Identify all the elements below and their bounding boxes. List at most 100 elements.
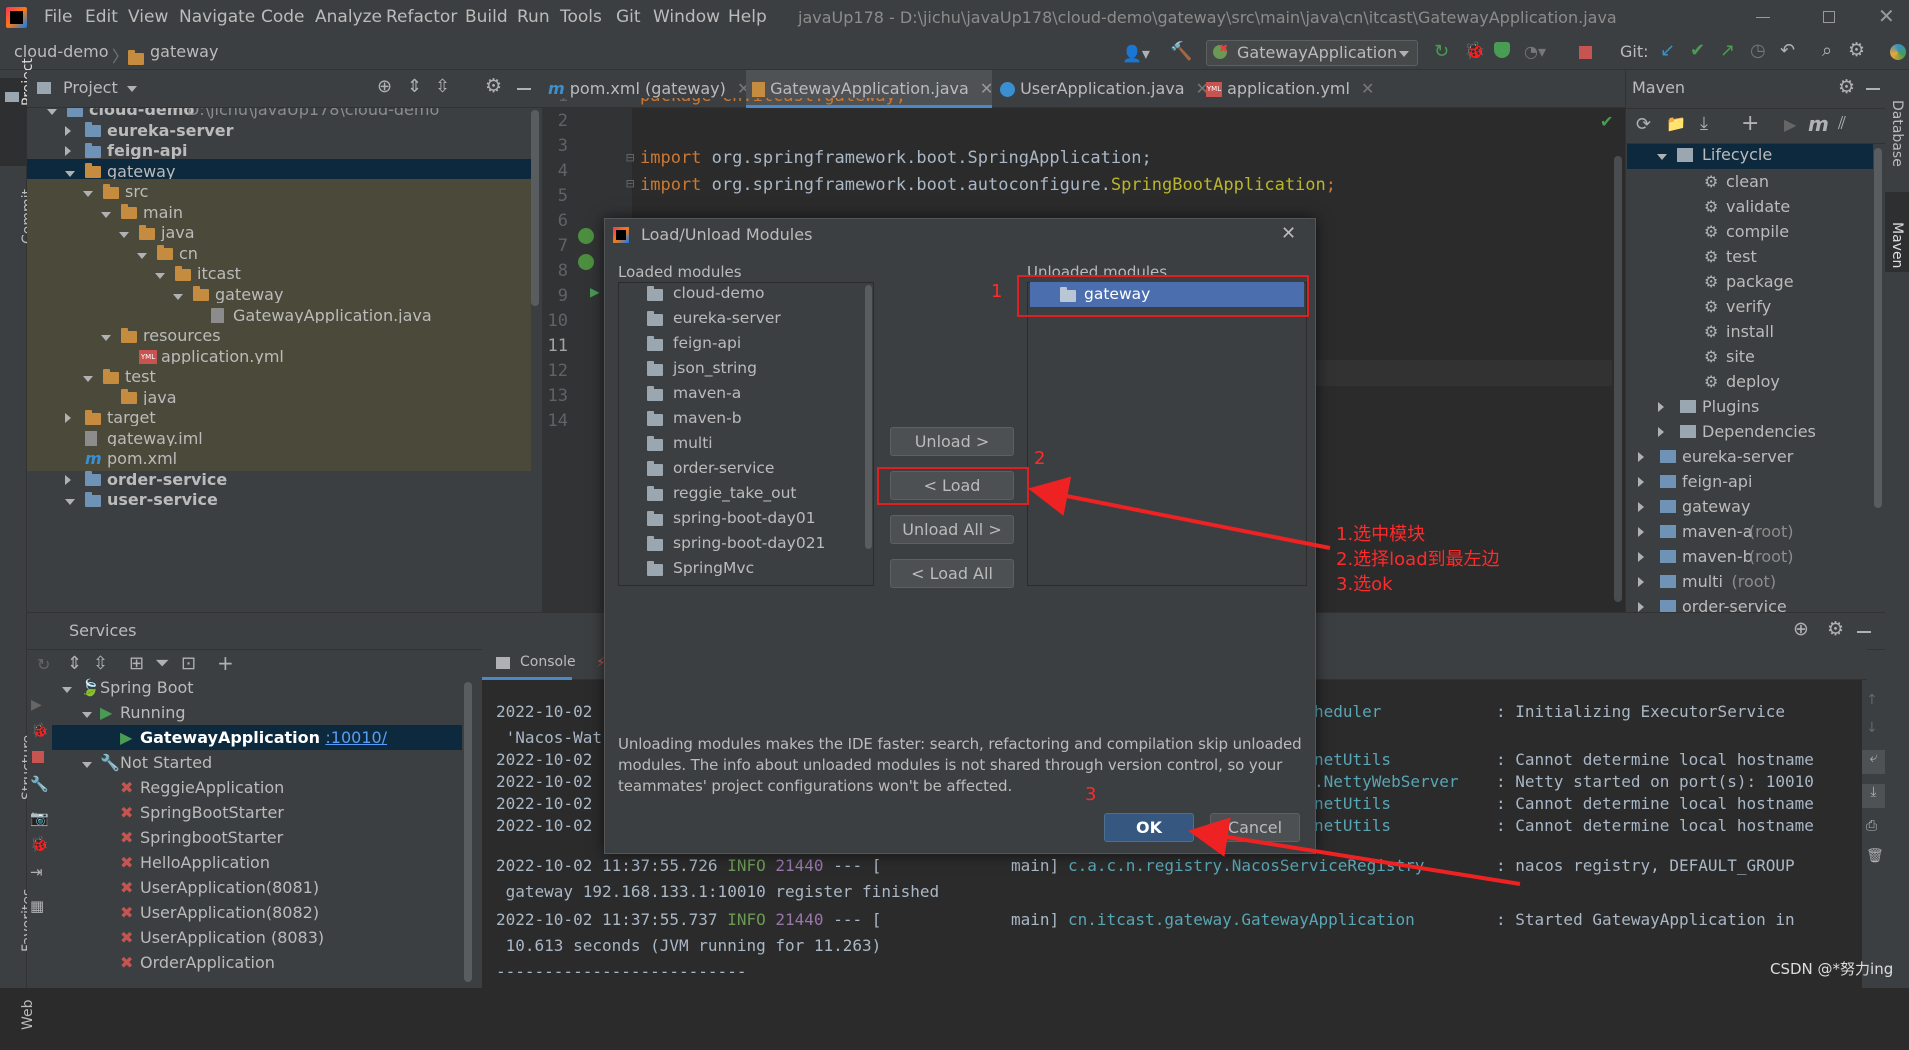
camera-icon[interactable]: 📷 bbox=[30, 809, 49, 827]
service-item[interactable]: 🍃 Spring Boot bbox=[52, 675, 462, 700]
locate-target-icon[interactable]: ⊕ bbox=[377, 76, 392, 97]
debug-icon[interactable]: 🐞 bbox=[31, 723, 48, 739]
load-all-button[interactable]: < Load All bbox=[890, 559, 1014, 588]
service-port-link[interactable]: :10010/ bbox=[325, 725, 387, 750]
menu-tools[interactable]: Tools bbox=[560, 7, 602, 27]
git-history-icon[interactable]: ◷ bbox=[1750, 40, 1766, 61]
service-item[interactable]: ✖ HelloApplication bbox=[52, 850, 462, 875]
spring-bean-gutter-icon[interactable] bbox=[578, 254, 594, 270]
settings-gear-icon[interactable]: ⚙ bbox=[1848, 39, 1865, 61]
run-icon[interactable]: ▶ bbox=[31, 697, 42, 713]
service-item[interactable]: ✖ OrderApplication bbox=[52, 950, 462, 975]
project-tool-tab[interactable]: Project bbox=[0, 58, 36, 166]
loaded-module-item[interactable]: cloud-demo bbox=[619, 283, 863, 306]
menu-view[interactable]: View bbox=[128, 7, 168, 27]
menu-file[interactable]: File bbox=[44, 7, 72, 27]
unloaded-modules-list[interactable]: gateway bbox=[1027, 282, 1307, 586]
chevron-right-icon[interactable] bbox=[1638, 569, 1644, 594]
git-push-icon[interactable]: ↗ bbox=[1720, 40, 1735, 61]
loaded-modules-list[interactable]: cloud-demo eureka-server feign-api json_str… bbox=[618, 282, 874, 586]
expand-all-icon[interactable]: ⇕ bbox=[407, 76, 422, 97]
service-item[interactable]: ✖ SpringbootStarter bbox=[52, 825, 462, 850]
commit-tool-tab[interactable]: Commit bbox=[0, 174, 36, 256]
chevron-right-icon[interactable] bbox=[1658, 419, 1664, 444]
services-settings-gear-icon[interactable]: ⚙ bbox=[1827, 618, 1844, 640]
loaded-list-scrollbar[interactable] bbox=[865, 285, 872, 549]
minimize-icon[interactable] bbox=[1756, 17, 1770, 18]
hide-panel-icon[interactable] bbox=[517, 88, 531, 90]
run-gutter-icon[interactable]: ▶ bbox=[590, 282, 600, 301]
service-item[interactable]: ✖ ReggieApplication bbox=[52, 775, 462, 800]
group-by-icon[interactable]: ⊞ bbox=[129, 653, 144, 674]
cancel-button[interactable]: Cancel bbox=[1210, 813, 1300, 842]
git-commit-icon[interactable]: ✔ bbox=[1690, 40, 1705, 61]
project-panel-title[interactable]: Project bbox=[63, 78, 118, 97]
restore-icon[interactable] bbox=[1823, 11, 1835, 23]
toggle-offline-icon[interactable]: ⫽ bbox=[1838, 113, 1846, 134]
maven-settings-gear-icon[interactable]: ⚙ bbox=[1838, 76, 1855, 98]
scroll-to-end-icon[interactable]: ⤓ bbox=[1862, 784, 1885, 808]
menu-analyze[interactable]: Analyze bbox=[315, 7, 382, 27]
git-rollback-icon[interactable]: ↶ bbox=[1780, 40, 1795, 61]
editor-scrollbar[interactable] bbox=[1614, 156, 1622, 602]
close-window-icon[interactable]: ✕ bbox=[1878, 4, 1895, 28]
unload-all-button[interactable]: Unload All > bbox=[890, 515, 1014, 544]
login-icon[interactable]: ⇥ bbox=[30, 863, 43, 881]
debug-icon[interactable]: 🐞 bbox=[1464, 41, 1485, 61]
rerun-icon[interactable]: ↻ bbox=[37, 655, 50, 674]
loaded-module-item[interactable]: multi bbox=[619, 431, 863, 456]
maven-scrollbar[interactable] bbox=[1874, 148, 1882, 508]
run-icon[interactable]: ▶ bbox=[1784, 115, 1796, 134]
maven-lifecycle-row[interactable]: Lifecycle bbox=[1627, 144, 1873, 169]
chevron-right-icon[interactable] bbox=[1638, 494, 1644, 519]
service-item[interactable]: ✖ SpringBootStarter bbox=[52, 800, 462, 825]
plugin-logo-icon[interactable] bbox=[1890, 44, 1906, 60]
hide-panel-icon[interactable] bbox=[1866, 88, 1880, 90]
menu-navigate[interactable]: Navigate bbox=[179, 7, 255, 27]
chevron-down-icon[interactable] bbox=[65, 487, 75, 512]
services-scrollbar[interactable] bbox=[464, 682, 472, 982]
loaded-module-item[interactable]: maven-b bbox=[619, 406, 863, 431]
profiler-icon[interactable]: ◔▾ bbox=[1524, 42, 1546, 61]
service-item[interactable]: ✖ UserApplication (8083) bbox=[52, 925, 462, 950]
build-hammer-icon[interactable]: 🔨 bbox=[1170, 41, 1192, 62]
unload-button[interactable]: Unload > bbox=[890, 427, 1014, 456]
menu-edit[interactable]: Edit bbox=[85, 7, 118, 27]
chevron-right-icon[interactable] bbox=[1638, 519, 1644, 544]
chevron-down-icon[interactable] bbox=[127, 86, 137, 92]
web-tool-tab[interactable]: Web bbox=[0, 970, 36, 1050]
add-folder-icon[interactable]: 📁 bbox=[1666, 114, 1686, 133]
loaded-module-item[interactable]: spring-boot-day01 bbox=[619, 506, 863, 531]
collapse-all-icon[interactable]: ⇳ bbox=[435, 76, 450, 97]
close-dialog-icon[interactable]: ✕ bbox=[1281, 223, 1296, 244]
run-configuration-select[interactable]: ✖ GatewayApplication bbox=[1206, 40, 1418, 66]
breadcrumb-module[interactable]: gateway bbox=[150, 42, 218, 61]
filter-icon[interactable]: ⏷ bbox=[155, 653, 169, 674]
download-icon[interactable]: ⤓ bbox=[1700, 113, 1708, 134]
spring-bean-gutter-icon[interactable] bbox=[578, 228, 594, 244]
loaded-module-item[interactable]: order-service bbox=[619, 456, 863, 481]
chevron-down-icon[interactable] bbox=[62, 675, 72, 700]
chevron-down-icon[interactable] bbox=[82, 700, 92, 725]
loaded-module-item[interactable]: SpringMvc bbox=[619, 556, 863, 581]
structure-tool-tab[interactable]: Structure bbox=[0, 710, 36, 810]
chevron-right-icon[interactable] bbox=[1658, 394, 1664, 419]
chevron-right-icon[interactable] bbox=[1638, 444, 1644, 469]
loaded-module-item[interactable]: spring-boot-day021 bbox=[619, 531, 863, 556]
menu-refactor[interactable]: Refactor bbox=[386, 7, 457, 27]
stop-icon[interactable] bbox=[32, 751, 44, 763]
fold-icon[interactable]: ⊟ bbox=[626, 150, 634, 166]
reload-icon[interactable]: ⟳ bbox=[1636, 114, 1651, 135]
fold-icon[interactable]: ⊟ bbox=[626, 176, 634, 192]
layout-icon[interactable]: ▦ bbox=[30, 897, 44, 915]
service-item[interactable]: 🔧 Not Started bbox=[52, 750, 462, 775]
new-tab-icon[interactable]: ⊡ bbox=[181, 653, 196, 674]
menu-run[interactable]: Run bbox=[517, 7, 550, 27]
stop-icon[interactable] bbox=[1579, 46, 1592, 59]
arrow-up-icon[interactable]: ↑ bbox=[1866, 692, 1878, 708]
add-service-icon[interactable]: + bbox=[217, 651, 234, 675]
loaded-module-item[interactable]: ssm-dao bbox=[619, 581, 863, 585]
loaded-module-item[interactable]: maven-a bbox=[619, 381, 863, 406]
project-tree-item[interactable]: user-service bbox=[27, 487, 531, 512]
print-icon[interactable]: ⎙ bbox=[1866, 818, 1877, 834]
